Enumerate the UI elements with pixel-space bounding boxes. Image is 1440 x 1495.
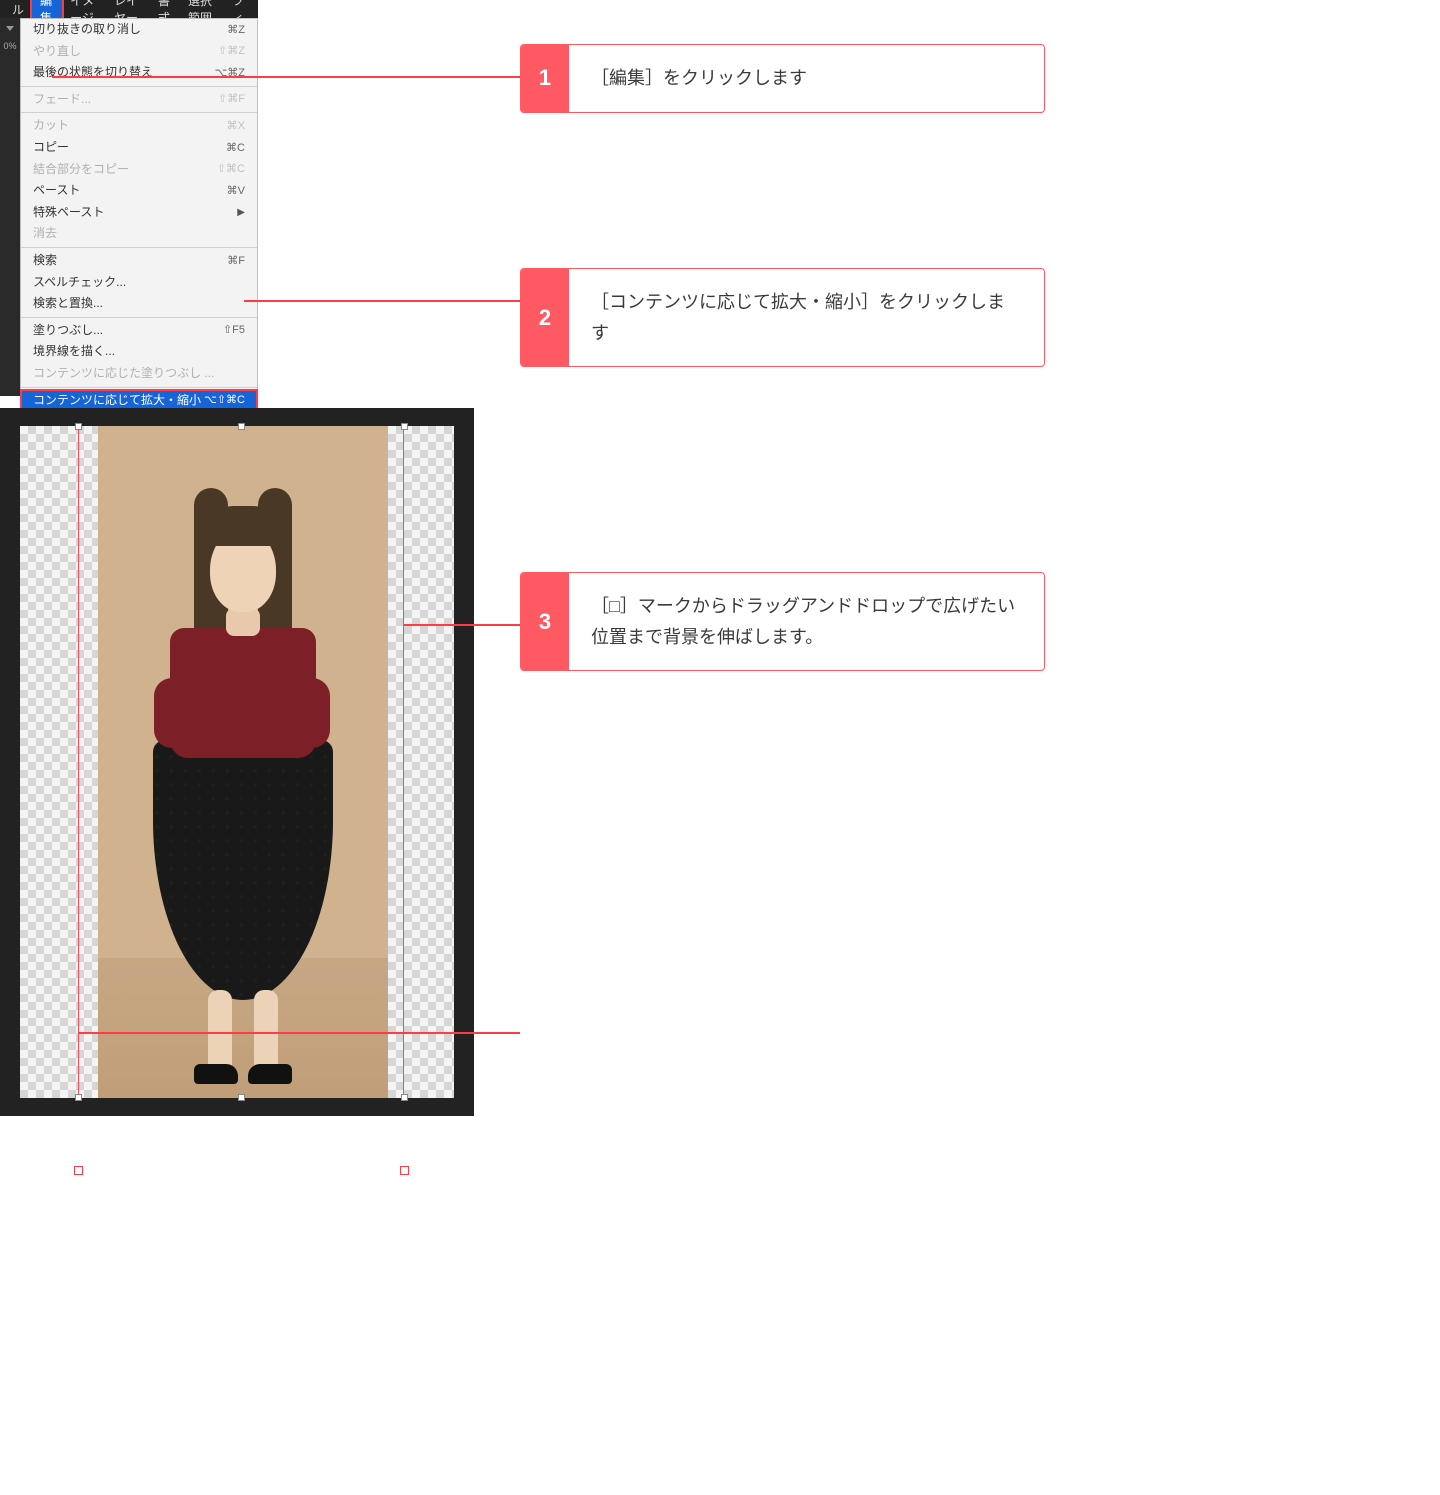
- menu-purge: 消去: [21, 223, 257, 245]
- menubar: ル 編集 イメージ レイヤー 書式 選択範囲 フィ: [0, 0, 258, 18]
- left-toolbar-strip: 0%: [0, 18, 20, 396]
- callout-3: 3 ［□］マークからドラッグアンドドロップで広げたい位置まで背景を伸ばします。: [520, 572, 1045, 671]
- transform-handle-left[interactable]: [74, 1166, 83, 1175]
- menu-redo: やり直し⇧⌘Z: [21, 41, 257, 63]
- connector-line: [78, 1032, 404, 1034]
- menu-stroke[interactable]: 境界線を描く...: [21, 341, 257, 363]
- chevron-down-icon: [6, 26, 14, 31]
- transform-handle-bm[interactable]: [238, 1094, 245, 1101]
- submenu-arrow-icon: ▶: [237, 206, 245, 219]
- transform-handle-tr[interactable]: [401, 423, 408, 430]
- menu-spell[interactable]: スペルチェック...: [21, 272, 257, 294]
- menu-fade: フェード...⇧⌘F: [21, 89, 257, 111]
- menu-find-replace[interactable]: 検索と置換...: [21, 293, 257, 315]
- menu-ca-fill: コンテンツに応じた塗りつぶし ...: [21, 363, 257, 385]
- connector-line: [244, 300, 520, 302]
- menu-step-back[interactable]: 最後の状態を切り替え⌥⌘Z: [21, 62, 257, 84]
- transform-bounding-box[interactable]: [78, 426, 404, 1098]
- callout-2: 2 ［コンテンツに応じて拡大・縮小］をクリックします: [520, 268, 1045, 367]
- menu-item-trunc-left: ル: [4, 0, 32, 20]
- canvas-frame: [0, 408, 474, 1116]
- step-text: ［コンテンツに応じて拡大・縮小］をクリックします: [569, 269, 1044, 366]
- connector-line: [52, 76, 520, 78]
- zoom-readout: 0%: [3, 41, 16, 51]
- menu-undo[interactable]: 切り抜きの取り消し⌘Z: [21, 19, 257, 41]
- connector-line: [404, 624, 520, 626]
- transform-handle-bl[interactable]: [75, 1094, 82, 1101]
- step-text: ［□］マークからドラッグアンドドロップで広げたい位置まで背景を伸ばします。: [569, 573, 1044, 670]
- transform-handle-br[interactable]: [401, 1094, 408, 1101]
- menu-paste-special[interactable]: 特殊ペースト▶: [21, 202, 257, 224]
- step-number-badge: 1: [521, 45, 569, 112]
- menu-copy-merged: 結合部分をコピー⇧⌘C: [21, 159, 257, 181]
- transform-handle-tm[interactable]: [238, 423, 245, 430]
- menu-paste[interactable]: ペースト⌘V: [21, 180, 257, 202]
- menu-copy[interactable]: コピー⌘C: [21, 137, 257, 159]
- transform-handle-right[interactable]: [400, 1166, 409, 1175]
- menu-cut: カット⌘X: [21, 115, 257, 137]
- step-number-badge: 3: [521, 573, 569, 670]
- menu-find[interactable]: 検索⌘F: [21, 250, 257, 272]
- menu-fill[interactable]: 塗りつぶし...⇧F5: [21, 320, 257, 342]
- step-number-badge: 2: [521, 269, 569, 366]
- transform-handle-tl[interactable]: [75, 423, 82, 430]
- step-text: ［編集］をクリックします: [569, 45, 1044, 112]
- callout-1: 1 ［編集］をクリックします: [520, 44, 1045, 113]
- connector-line: [404, 1032, 520, 1034]
